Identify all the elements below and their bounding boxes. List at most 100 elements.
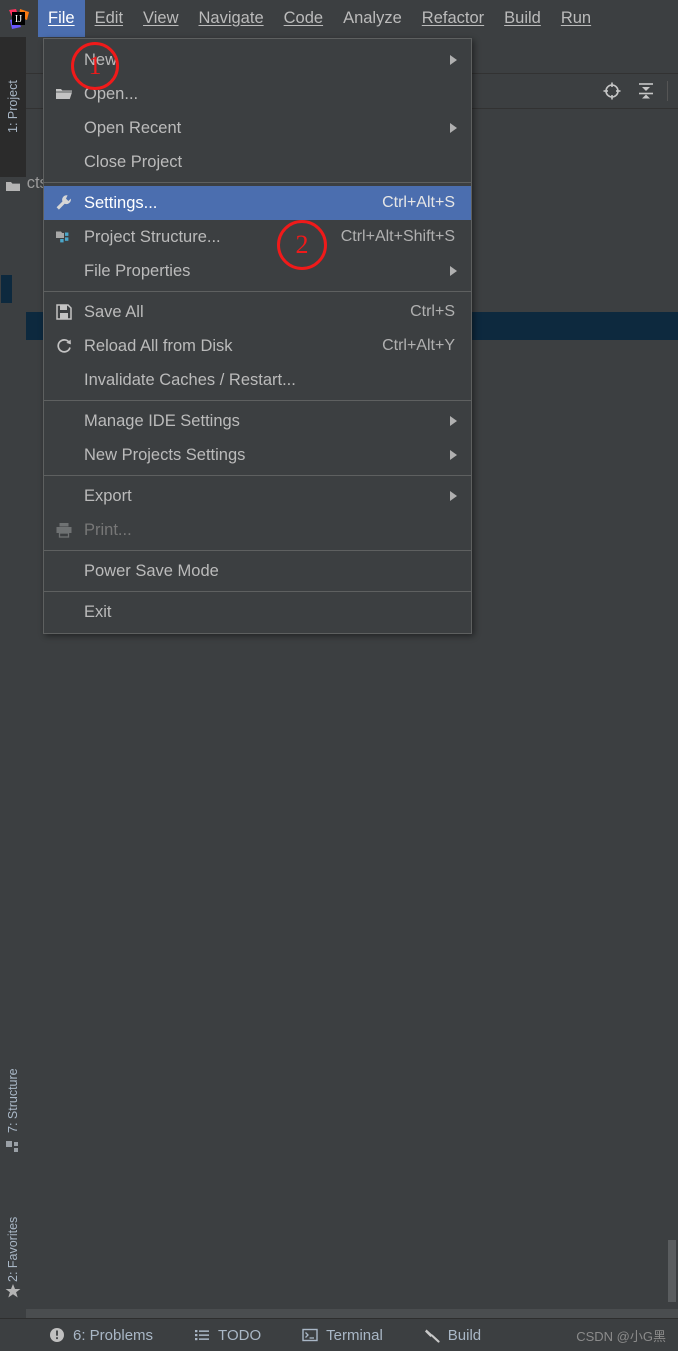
menu-file[interactable]: File — [38, 0, 85, 37]
menu-item-shortcut: Ctrl+S — [410, 303, 455, 320]
hammer-icon — [423, 1326, 441, 1344]
status-bar: 6: Problems TODO Terminal Build CSDN @小G… — [0, 1318, 678, 1351]
menu-item-project-structure[interactable]: Project Structure... Ctrl+Alt+Shift+S — [44, 220, 471, 254]
menu-item-close-project[interactable]: Close Project — [44, 145, 471, 179]
error-circle-icon — [48, 1326, 66, 1344]
menu-item-label: Power Save Mode — [84, 561, 219, 580]
menu-item-new-projects-settings[interactable]: New Projects Settings — [44, 438, 471, 472]
menu-refactor[interactable]: Refactor — [412, 0, 494, 37]
terminal-icon — [301, 1326, 319, 1344]
menu-item-label: Project Structure... — [84, 227, 221, 246]
menu-separator — [44, 591, 471, 592]
tree-selection-stripe — [1, 275, 12, 303]
menu-item-file-properties[interactable]: File Properties — [44, 254, 471, 288]
menu-item-reload-all-from-disk[interactable]: Reload All from Disk Ctrl+Alt+Y — [44, 329, 471, 363]
menu-item-label: Print... — [84, 520, 132, 539]
menu-code[interactable]: Code — [274, 0, 333, 37]
save-icon — [54, 302, 74, 322]
menu-item-exit[interactable]: Exit — [44, 595, 471, 629]
collapse-all-icon[interactable] — [633, 78, 659, 104]
intellij-idea-logo: IJ — [0, 0, 38, 37]
file-menu-popup: New Open... Open Recent Close Project Se… — [43, 38, 472, 634]
wrench-icon — [54, 193, 74, 213]
menu-item-shortcut: Ctrl+Alt+Shift+S — [340, 228, 455, 245]
chevron-right-icon — [450, 416, 457, 426]
chevron-right-icon — [450, 266, 457, 276]
menu-item-manage-ide-settings[interactable]: Manage IDE Settings — [44, 404, 471, 438]
menu-run-label: Run — [560, 9, 592, 27]
menu-build-label: Build — [504, 9, 541, 27]
status-item-todo[interactable]: TODO — [193, 1326, 261, 1344]
svg-text:IJ: IJ — [15, 14, 22, 25]
menu-item-shortcut: Ctrl+Alt+Y — [382, 337, 455, 354]
sidebar-item-label: 7: Structure — [6, 1068, 20, 1134]
menu-view-label: View — [143, 9, 179, 27]
menu-item-label: Invalidate Caches / Restart... — [84, 370, 296, 389]
menu-item-label: Open Recent — [84, 118, 182, 137]
menu-item-label: Manage IDE Settings — [84, 411, 240, 430]
structure-icon — [5, 1139, 21, 1155]
menu-item-label: New — [84, 50, 118, 69]
chevron-right-icon — [450, 491, 457, 501]
menu-item-save-all[interactable]: Save All Ctrl+S — [44, 295, 471, 329]
menu-code-label: Code — [283, 9, 324, 27]
menu-analyze-label: Analyze — [343, 9, 402, 27]
menu-item-label: Reload All from Disk — [84, 336, 233, 355]
vertical-scrollbar[interactable] — [668, 1240, 676, 1302]
chevron-right-icon — [450, 123, 457, 133]
menu-refactor-label: Refactor — [421, 9, 485, 27]
status-strip — [0, 1309, 678, 1318]
menu-separator — [44, 291, 471, 292]
menu-item-new[interactable]: New — [44, 43, 471, 77]
menu-item-label: Export — [84, 486, 132, 505]
status-item-label: Build — [447, 1326, 482, 1344]
menu-bar: IJ File Edit View Navigate Code Analyze … — [0, 0, 678, 37]
menu-item-print: Print... — [44, 513, 471, 547]
watermark-text: CSDN @小G黑 — [576, 1328, 666, 1344]
status-item-label: TODO — [218, 1326, 262, 1344]
folder-open-icon — [54, 84, 74, 104]
menu-item-shortcut: Ctrl+Alt+S — [382, 194, 455, 211]
menu-item-power-save-mode[interactable]: Power Save Mode — [44, 554, 471, 588]
folder-icon — [5, 178, 21, 194]
menu-item-invalidate-caches-restart[interactable]: Invalidate Caches / Restart... — [44, 363, 471, 397]
chevron-right-icon — [450, 55, 457, 65]
status-strip-left — [0, 1309, 26, 1318]
menu-analyze[interactable]: Analyze — [333, 0, 412, 37]
menu-item-label: Settings... — [84, 193, 158, 212]
project-structure-icon — [54, 227, 74, 247]
printer-icon — [54, 520, 74, 540]
menu-item-label: Close Project — [84, 152, 183, 171]
locate-target-icon[interactable] — [599, 78, 625, 104]
status-item-label: Terminal — [326, 1326, 383, 1344]
menu-edit-label: Edit — [94, 9, 124, 27]
status-item-build[interactable]: Build — [423, 1326, 481, 1344]
menu-item-label: New Projects Settings — [84, 445, 246, 464]
menu-item-label: Exit — [84, 602, 112, 621]
status-item-problems[interactable]: 6: Problems — [48, 1326, 153, 1344]
menu-item-settings[interactable]: Settings... Ctrl+Alt+S — [44, 186, 471, 220]
reload-icon — [54, 336, 74, 356]
chevron-right-icon — [450, 450, 457, 460]
todo-list-icon — [193, 1326, 211, 1344]
menu-item-label: Open... — [84, 84, 139, 103]
menu-file-label: File — [48, 9, 75, 27]
sidebar-item-project[interactable]: 1: Project — [0, 37, 26, 177]
menu-item-label: File Properties — [84, 261, 191, 280]
menu-navigate[interactable]: Navigate — [189, 0, 274, 37]
star-icon — [5, 1283, 21, 1299]
menu-navigate-label: Navigate — [198, 9, 264, 27]
menu-view[interactable]: View — [133, 0, 188, 37]
toolbar-separator — [667, 81, 668, 101]
menu-run[interactable]: Run — [551, 0, 601, 37]
menu-separator — [44, 550, 471, 551]
menu-item-open[interactable]: Open... — [44, 77, 471, 111]
menu-build[interactable]: Build — [494, 0, 551, 37]
menu-item-open-recent[interactable]: Open Recent — [44, 111, 471, 145]
status-item-label: 6: Problems — [73, 1326, 154, 1344]
menu-item-export[interactable]: Export — [44, 479, 471, 513]
menu-edit[interactable]: Edit — [85, 0, 133, 37]
sidebar-item-label: 2: Favorites — [6, 1216, 20, 1282]
menu-separator — [44, 475, 471, 476]
status-item-terminal[interactable]: Terminal — [301, 1326, 383, 1344]
